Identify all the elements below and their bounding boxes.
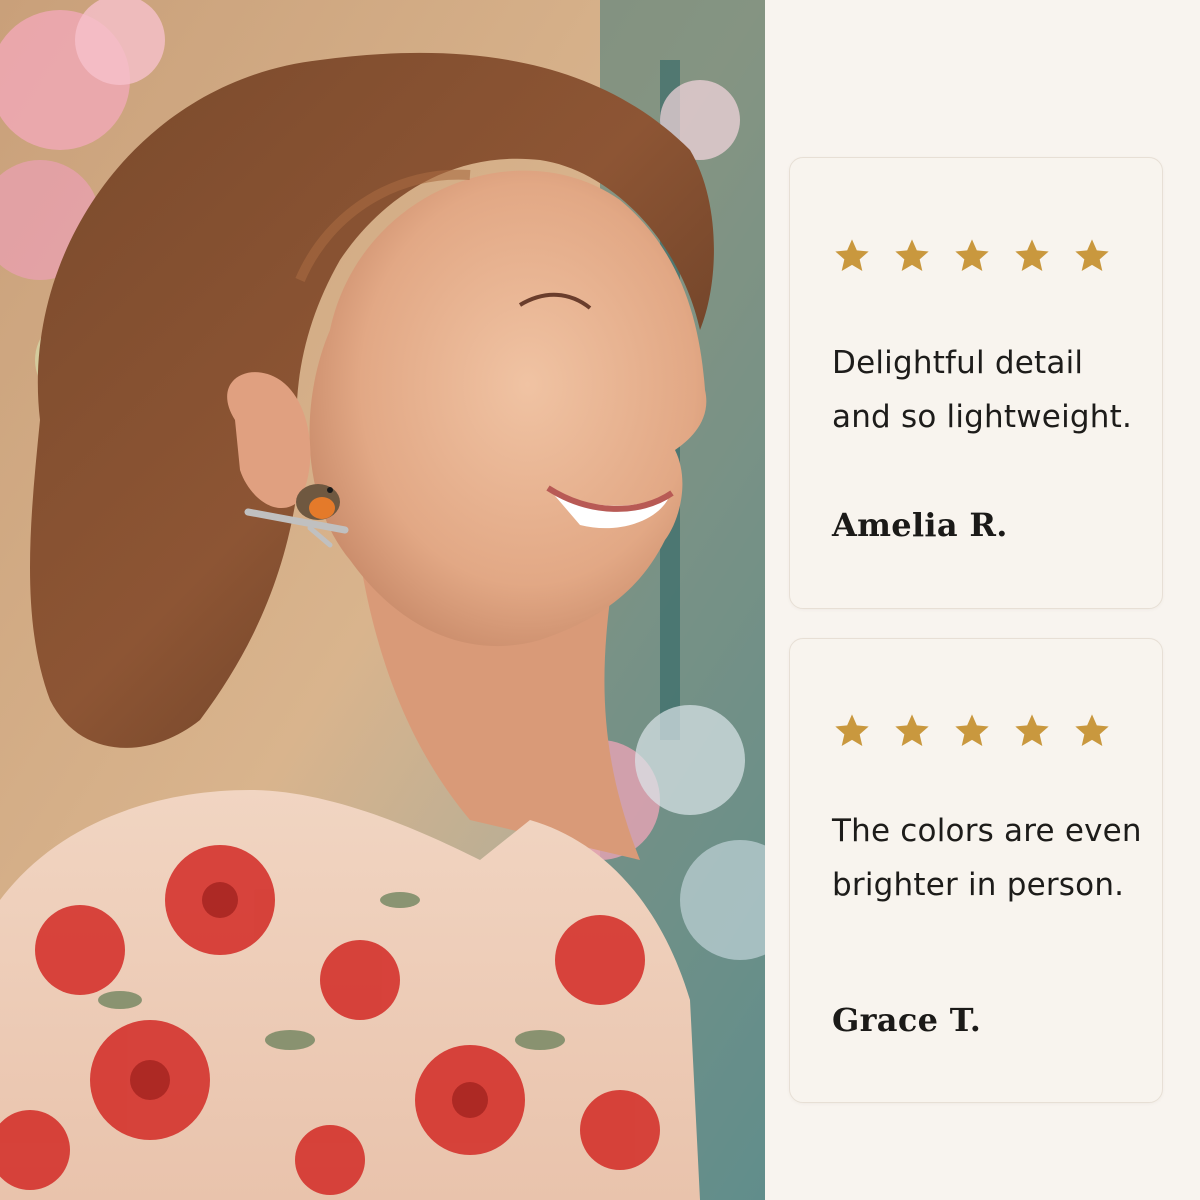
review-author: Grace T. <box>832 1001 982 1039</box>
star-rating <box>832 711 1112 751</box>
star-icon <box>895 714 929 746</box>
review-card: Delightful detail and so lightweight. Am… <box>789 157 1163 609</box>
review-card: The colors are even brighter in person. … <box>789 638 1163 1103</box>
portrait-photo-woman-bird-earring <box>0 0 765 1200</box>
review-author: Amelia R. <box>832 506 1008 544</box>
star-icon <box>835 239 869 271</box>
star-icon <box>895 239 929 271</box>
star-icon <box>955 239 989 271</box>
star-icon <box>955 714 989 746</box>
lifestyle-photo <box>0 0 765 1200</box>
star-icon <box>1015 714 1049 746</box>
reviews-panel: Delightful detail and so lightweight. Am… <box>765 0 1200 1200</box>
review-quote: Delightful detail and so lightweight. <box>832 345 1133 435</box>
star-icon <box>1075 239 1109 271</box>
star-icon <box>1075 714 1109 746</box>
review-quote: The colors are even brighter in person. <box>832 813 1142 903</box>
star-icon <box>835 714 869 746</box>
star-rating <box>832 236 1112 276</box>
star-icon <box>1015 239 1049 271</box>
